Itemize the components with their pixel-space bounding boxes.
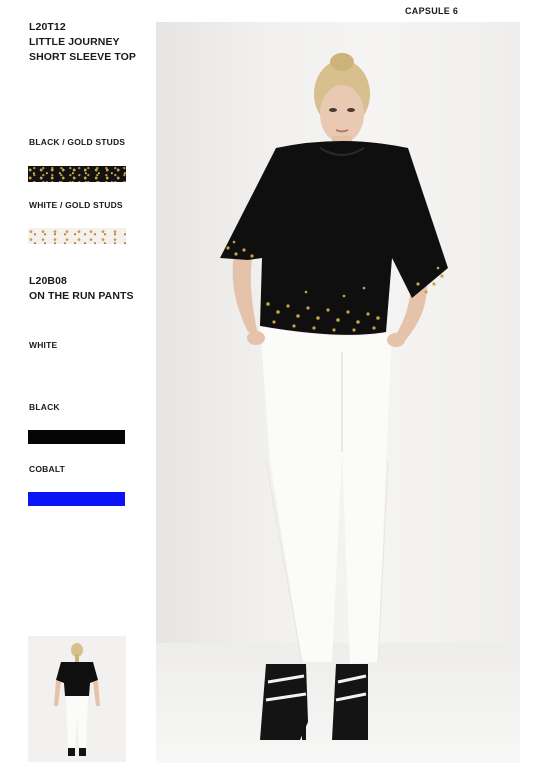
colour-label-cobalt: COBALT: [29, 464, 65, 474]
pants-style-code: L20B08: [29, 275, 67, 287]
colour-label-black: BLACK: [29, 402, 60, 412]
colour-label-white: WHITE: [29, 340, 58, 350]
top-style-block: L20T12 LITTLE JOURNEY SHORT SLEEVE TOP: [29, 20, 136, 65]
top-style-name-line1: LITTLE JOURNEY: [29, 36, 120, 48]
pants-style-name: ON THE RUN PANTS: [29, 290, 134, 302]
pants-style-block: L20B08 ON THE RUN PANTS: [29, 274, 134, 304]
model-photo: [156, 22, 520, 763]
top-style-name-line2: SHORT SLEEVE TOP: [29, 51, 137, 63]
top-style-code: L20T12: [29, 21, 66, 33]
back-view-illustration: [54, 643, 100, 756]
capsule-label: CAPSULE 6: [405, 6, 459, 16]
swatch-white-gold-studs: [28, 228, 126, 244]
swatch-black: [28, 430, 125, 444]
swatch-cobalt: [28, 492, 125, 506]
model-illustration: [220, 53, 448, 740]
colour-label-white-gold: WHITE / GOLD STUDS: [29, 200, 123, 210]
swatch-black-gold-studs: [28, 166, 126, 182]
back-view-thumbnail: [28, 636, 126, 762]
colour-label-black-gold: BLACK / GOLD STUDS: [29, 137, 126, 147]
